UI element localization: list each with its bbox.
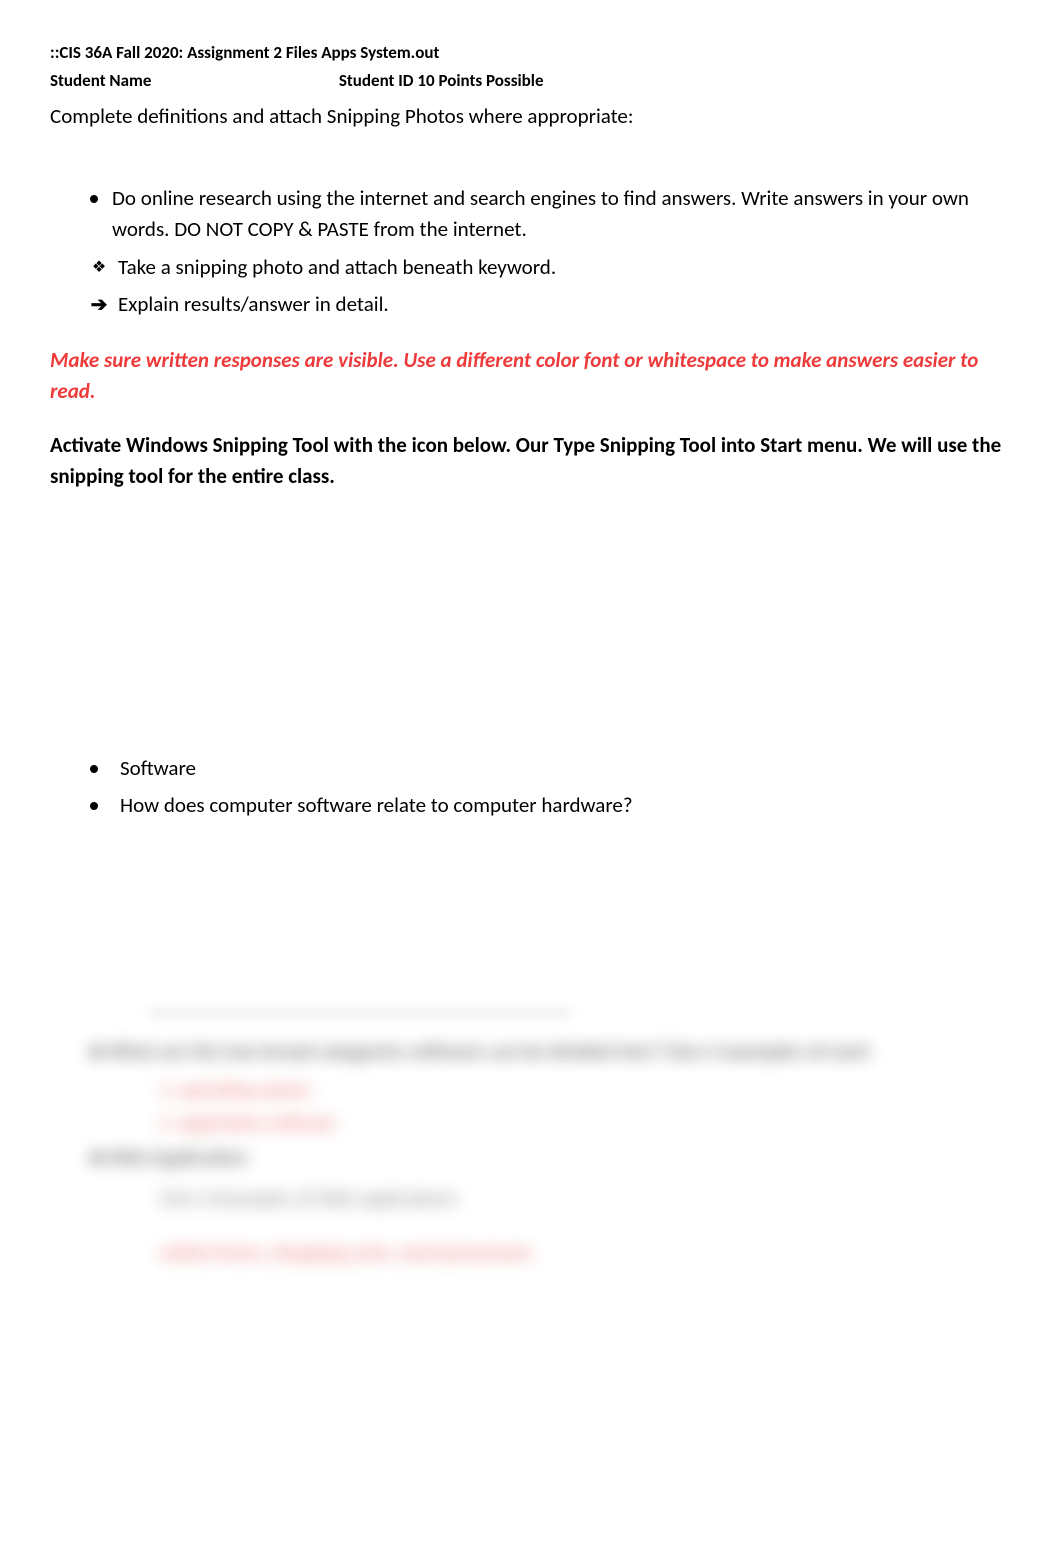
blurred-content: ● What are the two broad categories soft… xyxy=(50,1036,1012,1268)
student-header: Student Name Student ID 10 Points Possib… xyxy=(50,68,1012,94)
intro-text: Complete definitions and attach Snipping… xyxy=(50,101,1012,133)
instruction-text: Take a snipping photo and attach beneath… xyxy=(118,252,556,284)
question-text: How does computer software relate to com… xyxy=(120,790,633,822)
instruction-item: Do online research using the internet an… xyxy=(90,183,1012,246)
bullet-disc-icon xyxy=(90,765,98,773)
bullet-disc-icon xyxy=(90,195,98,203)
blur-question: ● Web Application xyxy=(90,1142,1012,1174)
blurred-divider xyxy=(150,1012,570,1014)
questions-list: Software How does computer software rela… xyxy=(90,753,1012,822)
blur-answer: 1. operating system xyxy=(160,1077,1012,1106)
instruction-item: ➔ Explain results/answer in detail. xyxy=(90,289,1012,321)
bullet-disc-icon xyxy=(90,802,98,810)
question-item: Software xyxy=(90,753,1012,785)
blur-answer: 2. application software xyxy=(160,1110,1012,1139)
instruction-text: Do online research using the internet an… xyxy=(112,183,1012,246)
bullet-diamond-icon: ❖ xyxy=(90,259,108,277)
blur-subquestion: Give 3 Examples of Web applications xyxy=(160,1184,1012,1214)
bullet-arrow-icon: ➔ xyxy=(90,296,108,314)
course-header: ::CIS 36A Fall 2020: Assignment 2 Files … xyxy=(50,40,1012,66)
instruction-text: Explain results/answer in detail. xyxy=(118,289,389,321)
student-id-label: Student ID 10 Points Possible xyxy=(339,70,544,91)
question-item: How does computer software relate to com… xyxy=(90,790,1012,822)
instruction-item: ❖ Take a snipping photo and attach benea… xyxy=(90,252,1012,284)
blur-question: ● What are the two broad categories soft… xyxy=(90,1036,1012,1068)
visibility-note: Make sure written responses are visible.… xyxy=(50,345,1012,408)
activate-instructions: Activate Windows Snipping Tool with the … xyxy=(50,430,1012,493)
instructions-list: Do online research using the internet an… xyxy=(90,183,1012,321)
question-text: Software xyxy=(120,753,196,785)
student-name-label: Student Name xyxy=(50,68,335,94)
blur-answer: online forms, shopping carts, word proce… xyxy=(160,1238,1012,1268)
